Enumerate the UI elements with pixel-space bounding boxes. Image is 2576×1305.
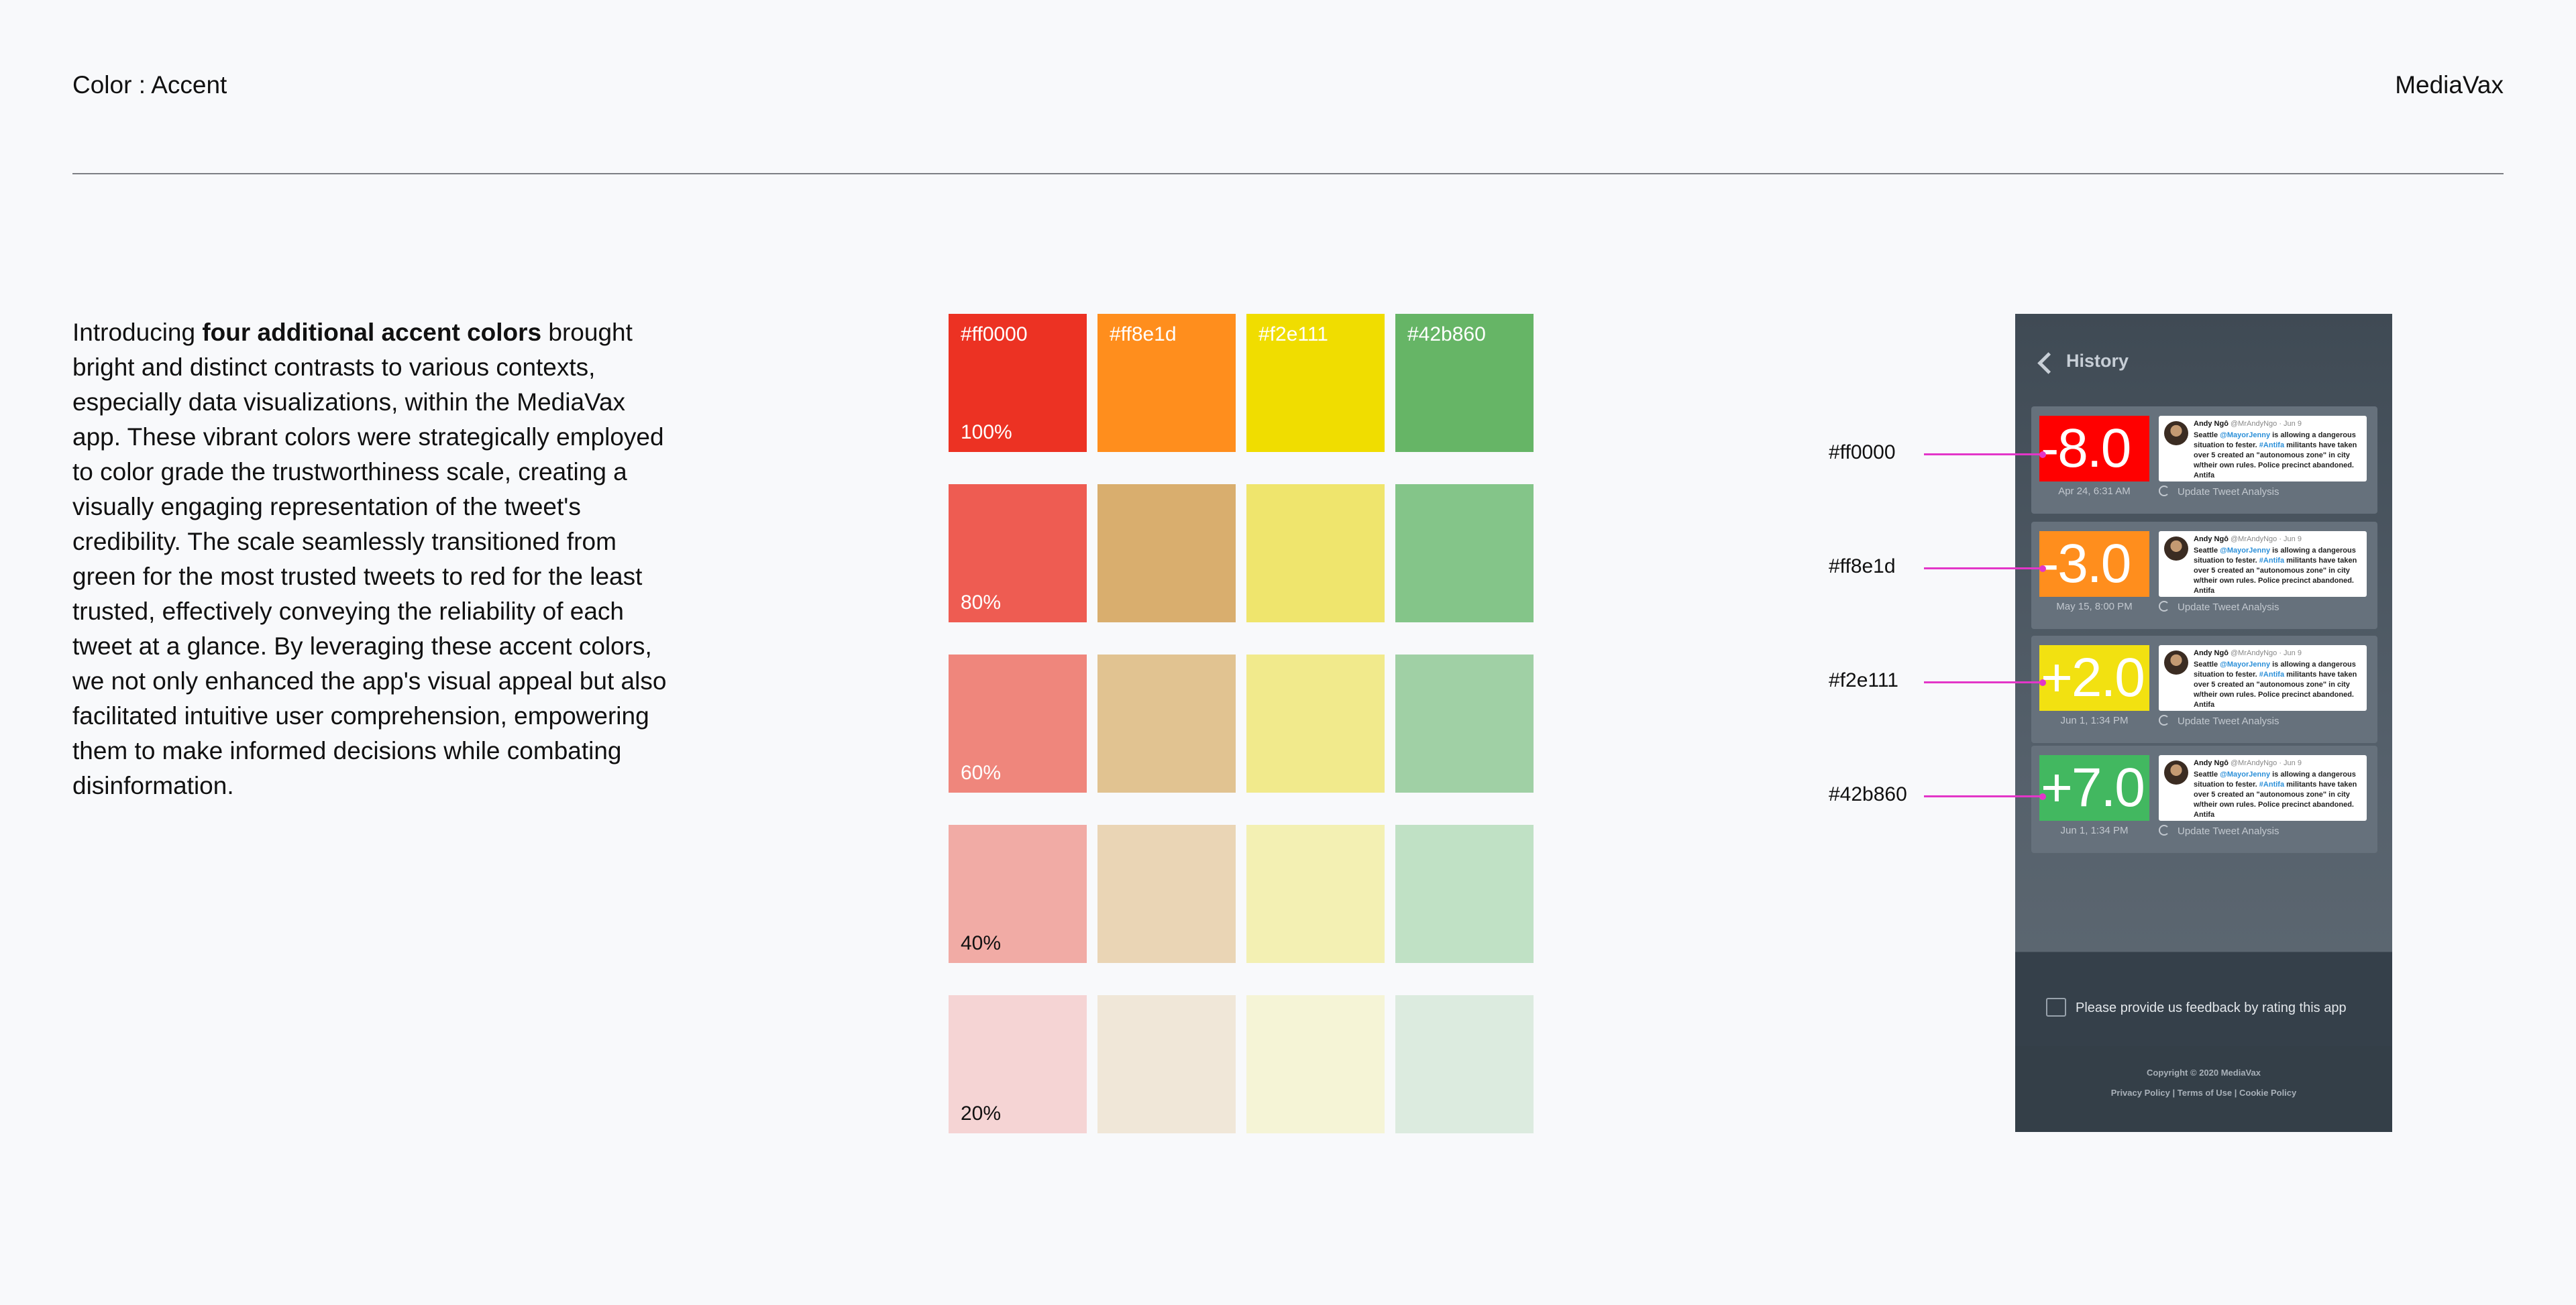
swatch-42b860-80 bbox=[1395, 484, 1534, 622]
callout-dot bbox=[2039, 679, 2046, 686]
swatch-ff8e1d-80 bbox=[1097, 484, 1236, 622]
history-card[interactable]: +7.0 Jun 1, 1:34 PM Andy Ngô @MrAndyNgo · … bbox=[2031, 746, 2377, 853]
tweet-author: Andy Ngô @MrAndyNgo · Jun 9 bbox=[2194, 759, 2302, 767]
callout-dot bbox=[2039, 793, 2046, 800]
update-analysis-button[interactable]: Update Tweet Analysis bbox=[2159, 486, 2279, 498]
swatch-f2e111-80 bbox=[1246, 484, 1385, 622]
history-card[interactable]: +2.0 Jun 1, 1:34 PM Andy Ngô @MrAndyNgo · … bbox=[2031, 636, 2377, 743]
swatch-percent-label: 20% bbox=[961, 1102, 1002, 1125]
copyright-text: Copyright © 2020 MediaVax bbox=[2147, 1068, 2261, 1078]
trust-score: +7.0 bbox=[2039, 755, 2149, 821]
swatch-ff8e1d-60 bbox=[1097, 655, 1236, 793]
section-title: Color : Accent bbox=[72, 71, 227, 99]
swatch-42b860-60 bbox=[1395, 655, 1534, 793]
avatar bbox=[2164, 536, 2188, 561]
swatch-ff0000-80: 80% bbox=[949, 484, 1087, 622]
avatar bbox=[2164, 421, 2188, 445]
swatch-ff0000-60: 60% bbox=[949, 655, 1087, 793]
swatch-hex-label: #f2e111 bbox=[1258, 323, 1328, 345]
color-callout-label: #ff8e1d bbox=[1829, 555, 1896, 577]
swatch-hex-label: #ff8e1d bbox=[1110, 323, 1177, 345]
swatch-f2e111-20 bbox=[1246, 995, 1385, 1133]
tweet-author: Andy Ngô @MrAndyNgo · Jun 9 bbox=[2194, 420, 2302, 428]
tweet-preview[interactable]: Andy Ngô @MrAndyNgo · Jun 9 Seattle @Mayo… bbox=[2159, 416, 2367, 481]
swatch-percent-label: 60% bbox=[961, 762, 1002, 784]
avatar bbox=[2164, 760, 2188, 785]
swatch-f2e111-100: #f2e111 bbox=[1246, 314, 1385, 452]
tweet-preview[interactable]: Andy Ngô @MrAndyNgo · Jun 9 Seattle @Mayo… bbox=[2159, 755, 2367, 821]
tweet-text: Seattle @MayorJenny is allowing a danger… bbox=[2194, 431, 2357, 479]
trust-score: -3.0 bbox=[2039, 531, 2149, 597]
header-divider bbox=[72, 173, 2504, 174]
tweet-text: Seattle @MayorJenny is allowing a danger… bbox=[2194, 771, 2357, 819]
swatch-ff0000-100: #ff0000 100% bbox=[949, 314, 1087, 452]
tweet-text: Seattle @MayorJenny is allowing a danger… bbox=[2194, 547, 2357, 595]
history-card[interactable]: -8.0 Apr 24, 6:31 AM Andy Ngô @MrAndyNgo ·… bbox=[2031, 406, 2377, 514]
tweet-author: Andy Ngô @MrAndyNgo · Jun 9 bbox=[2194, 535, 2302, 543]
swatch-ff8e1d-40 bbox=[1097, 825, 1236, 963]
tweet-preview[interactable]: Andy Ngô @MrAndyNgo · Jun 9 Seattle @Mayo… bbox=[2159, 531, 2367, 597]
update-analysis-button[interactable]: Update Tweet Analysis bbox=[2159, 825, 2279, 837]
tweet-text: Seattle @MayorJenny is allowing a danger… bbox=[2194, 661, 2357, 709]
phone-mockup: History -8.0 Apr 24, 6:31 AM Andy Ngô @MrA… bbox=[2015, 314, 2392, 1132]
swatch-percent-label: 80% bbox=[961, 591, 1002, 614]
update-analysis-button[interactable]: Update Tweet Analysis bbox=[2159, 601, 2279, 613]
intro-paragraph: Introducing four additional accent color… bbox=[72, 319, 667, 799]
trust-score: +2.0 bbox=[2039, 645, 2149, 711]
swatch-42b860-40 bbox=[1395, 825, 1534, 963]
update-analysis-button[interactable]: Update Tweet Analysis bbox=[2159, 715, 2279, 727]
card-date: Jun 1, 1:34 PM bbox=[2060, 715, 2129, 726]
chat-icon bbox=[2046, 998, 2066, 1017]
history-card[interactable]: -3.0 May 15, 8:00 PM Andy Ngô @MrAndyNgo ·… bbox=[2031, 522, 2377, 629]
history-title: History bbox=[2066, 351, 2129, 371]
avatar bbox=[2164, 650, 2188, 675]
swatch-42b860-20 bbox=[1395, 995, 1534, 1133]
card-date: May 15, 8:00 PM bbox=[2056, 601, 2133, 612]
color-callout-label: #ff0000 bbox=[1829, 441, 1896, 463]
swatch-percent-label: 100% bbox=[961, 421, 1012, 443]
refresh-icon bbox=[2159, 715, 2169, 726]
color-callout-label: #f2e111 bbox=[1829, 669, 1898, 691]
refresh-icon bbox=[2159, 486, 2169, 496]
swatch-ff8e1d-100: #ff8e1d bbox=[1097, 314, 1236, 452]
callout-leader-line bbox=[1924, 795, 2043, 797]
callout-dot bbox=[2039, 565, 2046, 572]
swatch-42b860-100: #42b860 bbox=[1395, 314, 1534, 452]
tweet-author: Andy Ngô @MrAndyNgo · Jun 9 bbox=[2194, 649, 2302, 657]
swatch-f2e111-40 bbox=[1246, 825, 1385, 963]
color-callout-label: #42b860 bbox=[1829, 783, 1907, 805]
callout-leader-line bbox=[1924, 681, 2043, 683]
refresh-icon bbox=[2159, 601, 2169, 612]
card-date: Jun 1, 1:34 PM bbox=[2060, 825, 2129, 836]
trust-score: -8.0 bbox=[2039, 416, 2149, 481]
swatch-f2e111-60 bbox=[1246, 655, 1385, 793]
swatch-ff0000-20: 20% bbox=[949, 995, 1087, 1133]
callout-leader-line bbox=[1924, 453, 2043, 455]
swatch-ff8e1d-20 bbox=[1097, 995, 1236, 1133]
swatch-percent-label: 40% bbox=[961, 932, 1002, 954]
swatch-ff0000-40: 40% bbox=[949, 825, 1087, 963]
brand-name: MediaVax bbox=[2395, 71, 2504, 99]
swatch-hex-label: #42b860 bbox=[1407, 323, 1486, 345]
refresh-icon bbox=[2159, 825, 2169, 836]
callout-leader-line bbox=[1924, 567, 2043, 569]
swatch-hex-label: #ff0000 bbox=[961, 323, 1028, 345]
feedback-prompt[interactable]: Please provide us feedback by rating thi… bbox=[2046, 998, 2347, 1017]
callout-dot bbox=[2039, 451, 2046, 458]
card-date: Apr 24, 6:31 AM bbox=[2058, 486, 2131, 497]
back-chevron-icon[interactable] bbox=[2037, 352, 2059, 374]
footer-links[interactable]: Privacy Policy | Terms of Use | Cookie P… bbox=[2015, 1088, 2392, 1098]
tweet-preview[interactable]: Andy Ngô @MrAndyNgo · Jun 9 Seattle @Mayo… bbox=[2159, 645, 2367, 711]
